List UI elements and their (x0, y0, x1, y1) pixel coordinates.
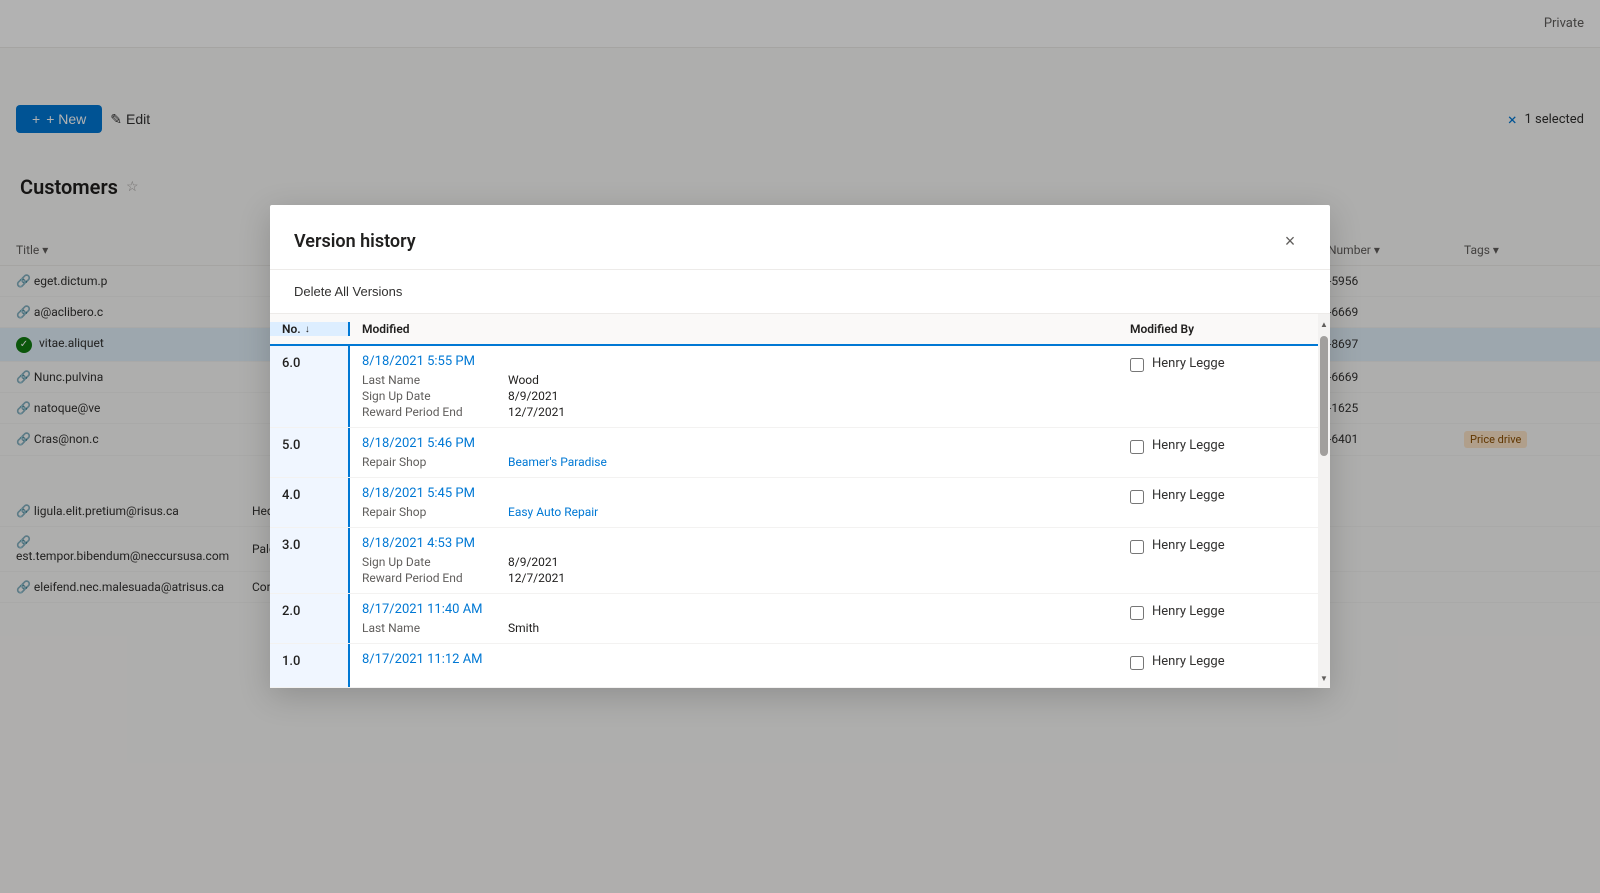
version-changes: Last Name Wood Sign Up Date 8/9/2021 Reward … (362, 373, 1106, 419)
version-change-row: Reward Period End 12/7/2021 (362, 405, 1106, 419)
scrollbar-thumb[interactable] (1320, 336, 1328, 456)
version-modified-by-cell: Henry Legge (1118, 478, 1318, 527)
change-value: 8/9/2021 (508, 389, 558, 403)
version-row: 1.0 8/17/2021 11:12 AM Henry Legge (270, 644, 1318, 688)
modal-body: No. ↓ Modified Modified By 6.08/18/2021 … (270, 314, 1330, 688)
version-changes: Repair Shop Beamer's Paradise (362, 455, 1106, 469)
version-history-modal: Version history × Delete All Versions No… (270, 205, 1330, 688)
version-row: 4.0 8/18/2021 5:45 PM Repair Shop Easy Auto… (270, 478, 1318, 528)
change-value: Wood (508, 373, 539, 387)
version-number-cell: 3.0 (270, 528, 350, 593)
change-value: 8/9/2021 (508, 555, 558, 569)
change-value[interactable]: Beamer's Paradise (508, 455, 607, 469)
change-field: Last Name (362, 621, 492, 635)
version-date[interactable]: 8/17/2021 11:12 AM (362, 652, 1106, 667)
change-value: 12/7/2021 (508, 405, 565, 419)
modal-overlay: Version history × Delete All Versions No… (0, 0, 1600, 893)
version-change-row: Sign Up Date 8/9/2021 (362, 555, 1106, 569)
modified-by-name: Henry Legge (1152, 356, 1225, 371)
version-date[interactable]: 8/18/2021 5:46 PM (362, 436, 1106, 451)
version-modified-by-cell: Henry Legge (1118, 594, 1318, 643)
version-content-cell: 8/18/2021 5:45 PM Repair Shop Easy Auto Re… (350, 478, 1118, 527)
version-number-cell: 4.0 (270, 478, 350, 527)
version-modified-by-cell: Henry Legge (1118, 528, 1318, 593)
change-value: Smith (508, 621, 539, 635)
modified-by-name: Henry Legge (1152, 654, 1225, 669)
version-change-row: Repair Shop Beamer's Paradise (362, 455, 1106, 469)
sort-icon: ↓ (305, 324, 310, 335)
modal-header: Version history × (270, 205, 1330, 270)
version-changes: Sign Up Date 8/9/2021 Reward Period End 12/… (362, 555, 1106, 585)
scroll-down-arrow[interactable]: ▼ (1318, 670, 1330, 686)
version-select-checkbox[interactable] (1130, 358, 1144, 372)
version-change-row: Repair Shop Easy Auto Repair (362, 505, 1106, 519)
version-number-cell: 1.0 (270, 644, 350, 687)
version-changes: Last Name Smith (362, 621, 1106, 635)
modal-scrollbar: ▲ ▼ (1318, 314, 1330, 688)
version-date[interactable]: 8/18/2021 4:53 PM (362, 536, 1106, 551)
version-modified-by-cell: Henry Legge (1118, 346, 1318, 427)
version-select-checkbox[interactable] (1130, 490, 1144, 504)
modified-by-name: Henry Legge (1152, 604, 1225, 619)
version-content-cell: 8/17/2021 11:12 AM (350, 644, 1118, 687)
version-row: 6.0 8/18/2021 5:55 PM Last Name Wood Sign Up… (270, 346, 1318, 428)
version-change-row: Sign Up Date 8/9/2021 (362, 389, 1106, 403)
version-row: 3.0 8/18/2021 4:53 PM Sign Up Date 8/9/2021… (270, 528, 1318, 594)
version-content-cell: 8/17/2021 11:40 AM Last Name Smith (350, 594, 1118, 643)
version-select-checkbox[interactable] (1130, 440, 1144, 454)
modified-by-name: Henry Legge (1152, 538, 1225, 553)
version-content-cell: 8/18/2021 5:55 PM Last Name Wood Sign Up Da… (350, 346, 1118, 427)
version-number-cell: 5.0 (270, 428, 350, 477)
version-date[interactable]: 8/17/2021 11:40 AM (362, 602, 1106, 617)
change-field: Repair Shop (362, 455, 492, 469)
version-table-header: No. ↓ Modified Modified By (270, 314, 1318, 346)
modal-toolbar: Delete All Versions (270, 270, 1330, 314)
change-field: Reward Period End (362, 571, 492, 585)
version-date[interactable]: 8/18/2021 5:45 PM (362, 486, 1106, 501)
version-number-cell: 2.0 (270, 594, 350, 643)
delete-all-versions-button[interactable]: Delete All Versions (294, 280, 402, 303)
change-field: Repair Shop (362, 505, 492, 519)
version-select-checkbox[interactable] (1130, 606, 1144, 620)
version-select-checkbox[interactable] (1130, 540, 1144, 554)
scroll-up-arrow[interactable]: ▲ (1318, 316, 1330, 332)
change-field: Sign Up Date (362, 389, 492, 403)
version-content-cell: 8/18/2021 4:53 PM Sign Up Date 8/9/2021 Rew… (350, 528, 1118, 593)
change-value: 12/7/2021 (508, 571, 565, 585)
version-content-cell: 8/18/2021 5:46 PM Repair Shop Beamer's Par… (350, 428, 1118, 477)
version-table: No. ↓ Modified Modified By 6.08/18/2021 … (270, 314, 1318, 688)
version-rows-container: 6.0 8/18/2021 5:55 PM Last Name Wood Sign Up… (270, 346, 1318, 688)
change-value[interactable]: Easy Auto Repair (508, 505, 598, 519)
modal-title: Version history (294, 231, 416, 252)
version-change-row: Last Name Smith (362, 621, 1106, 635)
version-changes: Repair Shop Easy Auto Repair (362, 505, 1106, 519)
modified-by-name: Henry Legge (1152, 438, 1225, 453)
version-date[interactable]: 8/18/2021 5:55 PM (362, 354, 1106, 369)
version-change-row: Last Name Wood (362, 373, 1106, 387)
version-select-checkbox[interactable] (1130, 656, 1144, 670)
col-no-header[interactable]: No. ↓ (270, 322, 350, 336)
version-modified-by-cell: Henry Legge (1118, 428, 1318, 477)
change-field: Last Name (362, 373, 492, 387)
version-row: 2.0 8/17/2021 11:40 AM Last Name Smith Henry… (270, 594, 1318, 644)
version-row: 5.0 8/18/2021 5:46 PM Repair Shop Beamer's … (270, 428, 1318, 478)
change-field: Reward Period End (362, 405, 492, 419)
change-field: Sign Up Date (362, 555, 492, 569)
version-number-cell: 6.0 (270, 346, 350, 427)
modified-by-name: Henry Legge (1152, 488, 1225, 503)
version-change-row: Reward Period End 12/7/2021 (362, 571, 1106, 585)
version-modified-by-cell: Henry Legge (1118, 644, 1318, 687)
modal-close-button[interactable]: × (1274, 225, 1306, 257)
col-modified-by-header[interactable]: Modified By (1118, 322, 1318, 336)
col-modified-header[interactable]: Modified (350, 322, 1118, 336)
